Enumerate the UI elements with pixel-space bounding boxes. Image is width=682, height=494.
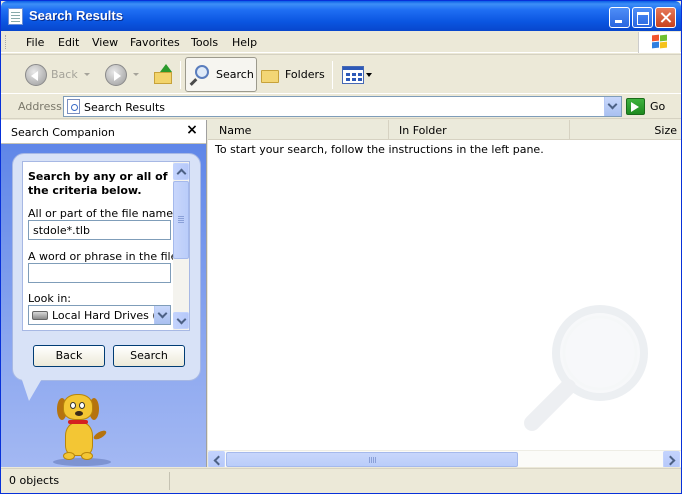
menu-edit[interactable]: Edit <box>58 36 79 49</box>
toolbar-separator <box>332 61 333 89</box>
scroll-down-button[interactable] <box>173 312 189 329</box>
column-size[interactable]: Size <box>570 120 681 139</box>
magnifier-watermark-icon <box>524 305 648 431</box>
menu-help[interactable]: Help <box>232 36 257 49</box>
filename-label: All or part of the file name: <box>28 207 177 220</box>
balloon-tail <box>21 377 43 401</box>
filename-input[interactable]: stdole*.tlb <box>28 220 171 240</box>
close-button[interactable] <box>655 7 676 28</box>
magnifier-icon <box>189 64 212 86</box>
go-button[interactable]: Go <box>626 97 678 116</box>
scroll-left-button[interactable] <box>208 451 225 467</box>
lookin-label: Look in: <box>28 292 71 305</box>
address-dropdown-button[interactable] <box>604 97 621 116</box>
criteria-heading: Search by any or all of the criteria bel… <box>28 170 168 197</box>
address-value: Search Results <box>84 101 166 114</box>
address-bar: Address Search Results Go <box>1 95 681 119</box>
search-results-icon <box>8 8 23 25</box>
forward-dropdown-icon[interactable] <box>133 73 139 76</box>
menu-view[interactable]: View <box>92 36 118 49</box>
search-companion-pane: Search Companion × Search by any or all … <box>1 120 207 467</box>
criteria-scrollbar[interactable] <box>173 162 189 330</box>
companion-title: Search Companion <box>11 126 115 139</box>
status-bar: 0 objects <box>1 468 681 493</box>
title-bar[interactable]: Search Results <box>1 1 681 31</box>
search-results-icon <box>67 99 80 114</box>
back-arrow-icon <box>25 63 47 86</box>
menu-file[interactable]: File <box>26 36 44 49</box>
menu-tools[interactable]: Tools <box>191 36 218 49</box>
companion-body: Search by any or all of the criteria bel… <box>1 144 206 467</box>
toolbar-grip[interactable] <box>5 35 8 49</box>
up-folder-icon <box>152 63 174 86</box>
status-separator <box>169 472 170 490</box>
folders-icon <box>259 65 281 85</box>
address-label: Address <box>18 100 62 113</box>
companion-balloon: Search by any or all of the criteria bel… <box>12 153 201 381</box>
windows-logo <box>638 32 680 53</box>
column-name[interactable]: Name <box>208 120 389 139</box>
phrase-label: A word or phrase in the file: <box>28 250 182 263</box>
criteria-panel: Search by any or all of the criteria bel… <box>22 161 190 331</box>
folders-label: Folders <box>285 68 325 81</box>
minimize-button[interactable] <box>609 7 630 28</box>
views-button[interactable] <box>342 57 372 92</box>
results-instructions: To start your search, follow the instruc… <box>215 143 544 156</box>
views-icon <box>342 65 364 84</box>
hard-drive-icon <box>32 310 48 320</box>
scroll-right-button[interactable] <box>663 451 680 467</box>
menu-bar: File Edit View Favorites Tools Help <box>1 31 681 53</box>
up-button[interactable] <box>152 57 174 92</box>
companion-header: Search Companion × <box>1 120 206 144</box>
status-object-count: 0 objects <box>9 474 60 487</box>
companion-back-button[interactable]: Back <box>33 345 105 367</box>
folders-button[interactable]: Folders <box>259 57 325 92</box>
results-column-header: Name In Folder Size <box>208 120 681 140</box>
phrase-input[interactable] <box>28 263 171 283</box>
search-dog-icon[interactable] <box>53 392 113 467</box>
go-label: Go <box>650 100 666 113</box>
companion-close-icon[interactable]: × <box>184 122 200 138</box>
standard-toolbar: Back Search Folders <box>1 54 681 94</box>
results-pane: Name In Folder Size To start your search… <box>208 120 681 467</box>
column-in-folder[interactable]: In Folder <box>389 120 570 139</box>
lookin-select[interactable]: Local Hard Drives (C: <box>28 305 171 325</box>
companion-search-button[interactable]: Search <box>113 345 185 367</box>
window-title: Search Results <box>29 8 123 23</box>
horizontal-scroll-thumb[interactable] <box>226 452 518 467</box>
forward-arrow-icon <box>105 63 127 86</box>
address-input[interactable]: Search Results <box>63 96 622 117</box>
search-button[interactable]: Search <box>185 57 257 92</box>
lookin-dropdown-button[interactable] <box>154 306 170 324</box>
menu-favorites[interactable]: Favorites <box>130 36 180 49</box>
explorer-window: Search Results File Edit View Favorites … <box>0 0 682 494</box>
windows-flag-icon <box>650 34 668 50</box>
back-dropdown-icon[interactable] <box>83 73 90 76</box>
views-dropdown-icon <box>366 72 372 77</box>
scroll-thumb[interactable] <box>173 181 189 259</box>
results-horizontal-scrollbar[interactable] <box>208 450 681 467</box>
search-label: Search <box>216 68 254 81</box>
lookin-value: Local Hard Drives (C: <box>52 308 156 322</box>
maximize-button[interactable] <box>632 7 653 28</box>
forward-button[interactable] <box>105 57 139 92</box>
back-label: Back <box>51 68 78 81</box>
back-button[interactable]: Back <box>25 57 90 92</box>
scroll-up-button[interactable] <box>173 163 189 180</box>
toolbar-separator <box>180 61 181 89</box>
go-arrow-icon <box>626 98 645 115</box>
